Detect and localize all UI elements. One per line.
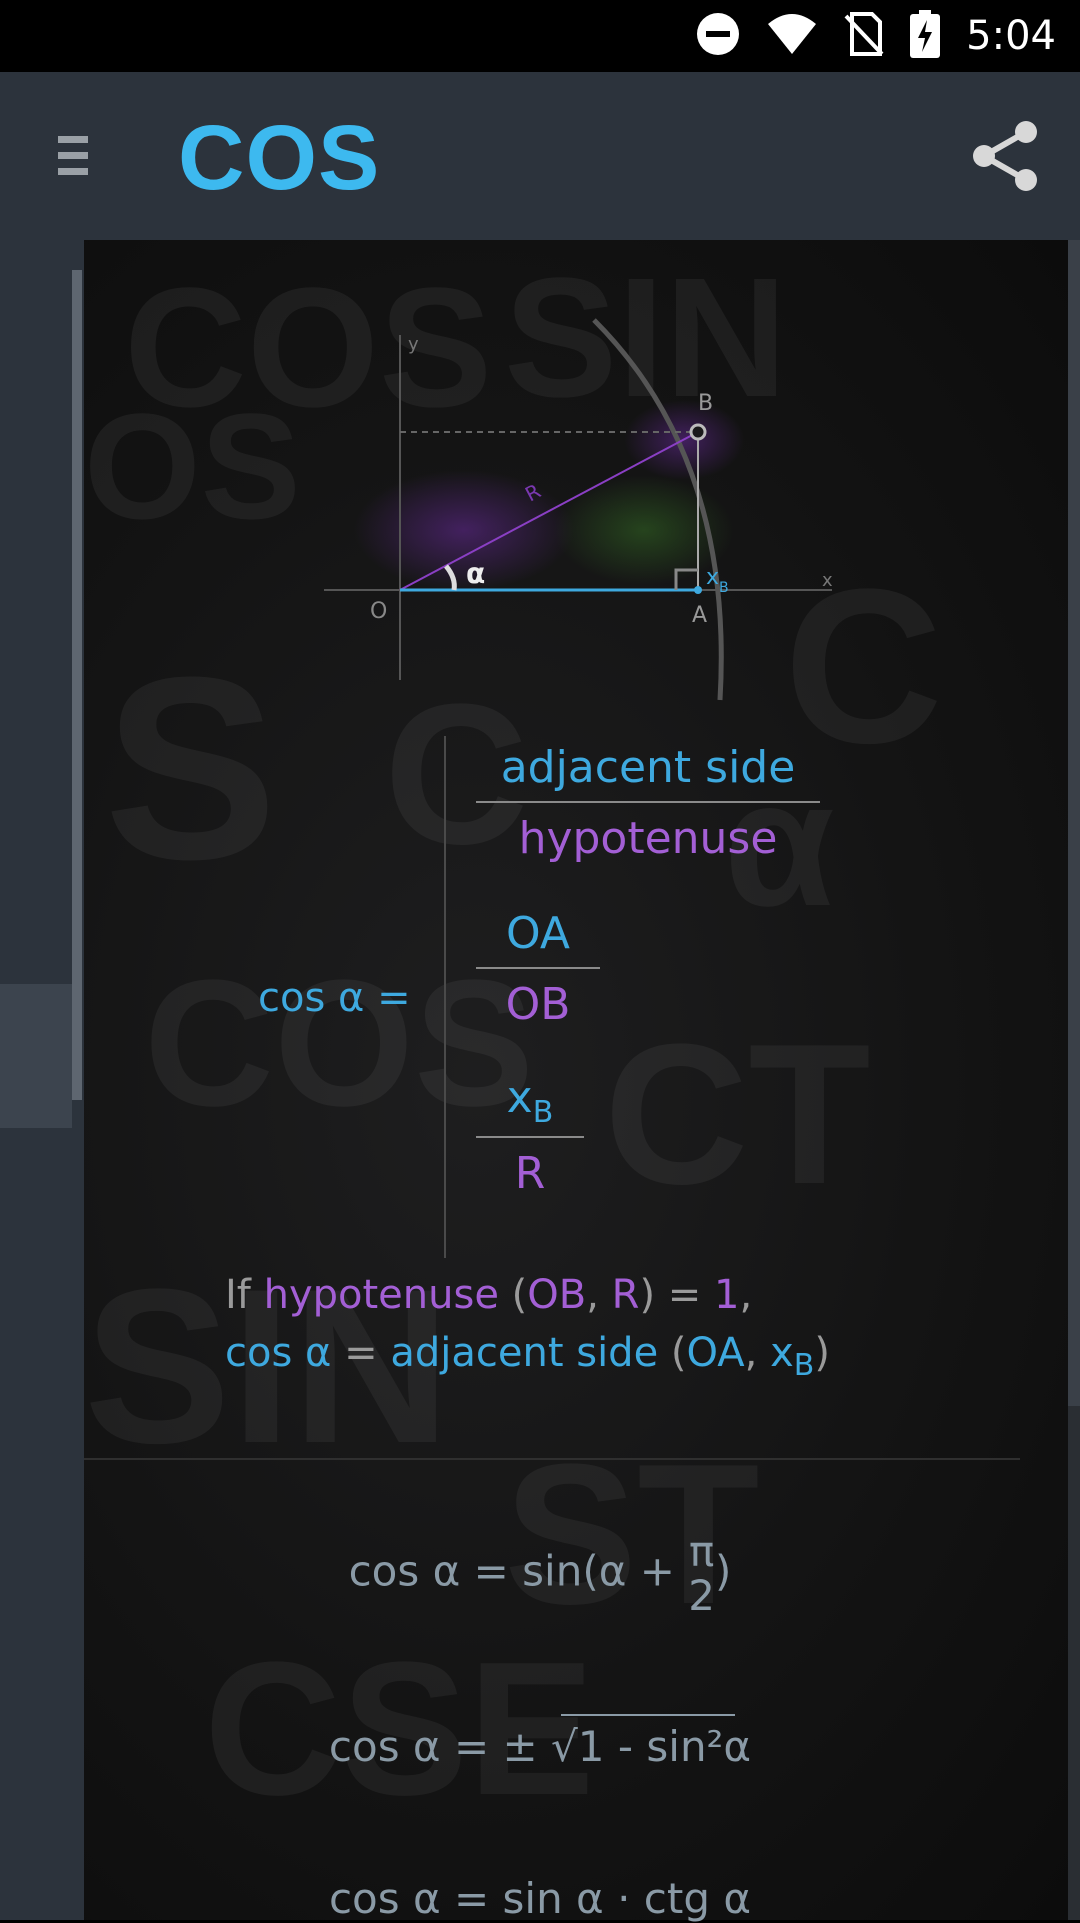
angle-label: α: [466, 557, 485, 590]
fraction-numerator: OA: [506, 908, 570, 959]
point-a-marker: [694, 586, 702, 594]
fraction-bar: [476, 967, 600, 969]
battery-charging-icon: [910, 10, 941, 62]
fraction-denominator: OB: [505, 979, 571, 1030]
fraction-bar: [476, 801, 820, 803]
unit-circle-diagram: y x O B A R α xB: [324, 318, 833, 701]
note-line-1: If hypotenuse (OB, R) = 1,: [225, 1272, 753, 1318]
page-title: COS: [178, 107, 381, 209]
x-axis-label: x: [822, 570, 833, 591]
status-time: 5:04: [966, 13, 1056, 59]
formula-divider: [444, 736, 446, 1258]
app-bar: COS: [0, 72, 1080, 240]
wifi-icon: [766, 12, 818, 60]
fraction-denominator: R: [514, 1147, 546, 1199]
fraction-xb-r: xB R: [476, 1072, 584, 1199]
section-divider: [84, 1458, 1020, 1460]
fraction-denominator: hypotenuse: [518, 813, 778, 864]
page-scrollbar-thumb[interactable]: [1068, 240, 1080, 1406]
formula-lhs: cos α =: [258, 975, 411, 1021]
note-line-2: cos α = adjacent side (OA, xB): [225, 1330, 830, 1383]
status-bar: 5:04: [0, 0, 1080, 72]
share-icon[interactable]: [968, 118, 1044, 194]
do-not-disturb-icon: [696, 12, 740, 60]
point-b-marker: [689, 423, 707, 441]
point-a-label: A: [692, 603, 707, 628]
unit-hypotenuse-note: If hypotenuse (OB, R) = 1, cos α = adjac…: [225, 1266, 865, 1395]
menu-icon[interactable]: [52, 128, 108, 184]
drawer-scrollbar[interactable]: [72, 270, 82, 1100]
navigation-drawer-edge[interactable]: [0, 240, 84, 1920]
point-b-label: B: [698, 391, 713, 416]
identity-sin-ctg: cos α = sin α · ctg α: [328, 1874, 752, 1923]
identity-sin-shift: cos α = sin(α + π 2): [348, 1527, 732, 1620]
fraction-bar: [476, 1135, 584, 1138]
y-axis-label: y: [408, 334, 419, 355]
identity-sqrt: cos α = ± √1 - sin²α: [0, 1714, 1080, 1771]
drawer-selected-item[interactable]: [0, 984, 72, 1128]
fraction-numerator: adjacent side: [500, 742, 796, 793]
fraction-oa-ob: OA OB: [476, 908, 600, 1030]
fraction-numerator: xB: [506, 1072, 554, 1130]
no-sim-icon: [844, 12, 884, 60]
fraction-adjacent-hypotenuse: adjacent side hypotenuse: [476, 742, 820, 864]
origin-label: O: [370, 599, 387, 624]
